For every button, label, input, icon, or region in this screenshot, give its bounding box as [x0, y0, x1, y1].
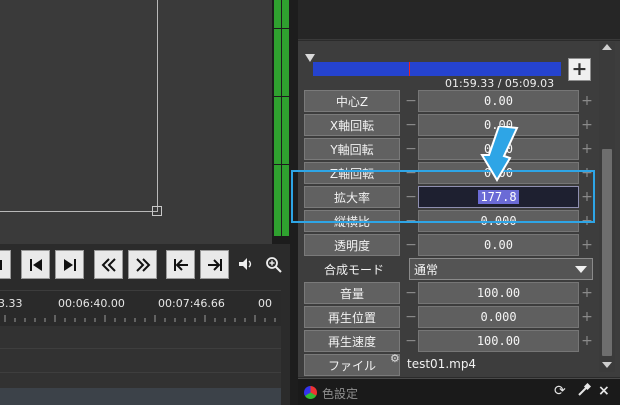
audio-meter-right	[282, 0, 289, 236]
dropdown-caret-icon	[575, 266, 587, 273]
blend-mode-value: 通常	[414, 262, 439, 277]
file-label[interactable]: ファイル	[304, 354, 400, 376]
property-label[interactable]: 音量	[304, 282, 400, 304]
decrement-button[interactable]: −	[405, 138, 417, 160]
increment-button[interactable]: +	[581, 330, 593, 352]
property-row: 音量 − 100.00 +	[304, 282, 593, 304]
vertical-scrollbar[interactable]	[599, 42, 615, 372]
decrement-button[interactable]: −	[405, 234, 417, 256]
meter-tick	[272, 28, 290, 29]
stop-icon	[0, 259, 2, 270]
property-row: 中心Z − 0.00 +	[304, 90, 593, 112]
decrement-button[interactable]: −	[405, 282, 417, 304]
rewind-button[interactable]	[94, 250, 123, 279]
pointer-arrow-icon	[480, 126, 519, 182]
video-preview[interactable]	[0, 0, 272, 244]
decrement-button[interactable]: −	[405, 114, 417, 136]
increment-button[interactable]: +	[581, 234, 593, 256]
ruler-label: 00:07:46.66	[158, 297, 225, 310]
property-label[interactable]: 再生位置	[304, 306, 400, 328]
property-row: 透明度 − 0.00 +	[304, 234, 593, 256]
add-button[interactable]: +	[568, 58, 591, 81]
property-label[interactable]: 透明度	[304, 234, 400, 256]
scroll-up-icon[interactable]	[602, 44, 612, 50]
blend-mode-select[interactable]: 通常	[409, 258, 593, 280]
decrement-button[interactable]: −	[405, 306, 417, 328]
speaker-icon[interactable]	[237, 256, 255, 276]
next-frame-button[interactable]	[55, 250, 84, 279]
increment-button[interactable]: +	[581, 138, 593, 160]
property-value[interactable]: 100.00	[418, 282, 579, 304]
highlight-box	[291, 170, 595, 223]
refresh-icon[interactable]: ⟳	[554, 383, 566, 399]
go-end-icon	[207, 258, 222, 271]
audio-meter-left	[274, 0, 281, 236]
seek-head-icon[interactable]	[305, 54, 315, 62]
resize-handle[interactable]	[152, 206, 162, 216]
blend-mode-label: 合成モード	[323, 262, 384, 277]
increment-button[interactable]: +	[581, 90, 593, 112]
property-label[interactable]: 中心Z	[304, 90, 400, 112]
playhead-marker	[408, 62, 410, 76]
prev-frame-icon	[29, 258, 42, 271]
decrement-button[interactable]: −	[405, 330, 417, 352]
increment-button[interactable]: +	[581, 282, 593, 304]
color-wheel-icon	[304, 386, 317, 399]
ruler-label: 3.33	[0, 297, 23, 310]
property-row: 再生速度 − 100.00 +	[304, 330, 593, 352]
file-name: test01.mp4	[407, 357, 477, 371]
ruler-label: 00	[258, 297, 272, 310]
prev-frame-button[interactable]	[21, 250, 50, 279]
fast-forward-button[interactable]	[128, 250, 157, 279]
app-window: 3.33 00:06:40.00 00:07:46.66 00 01:59.33…	[0, 0, 620, 405]
property-label[interactable]: X軸回転	[304, 114, 400, 136]
decrement-button[interactable]: −	[405, 90, 417, 112]
property-value[interactable]: 0.00	[418, 90, 579, 112]
scroll-down-icon[interactable]	[602, 362, 612, 368]
color-settings-label[interactable]: 色設定	[322, 385, 358, 402]
property-row: 再生位置 − 0.000 +	[304, 306, 593, 328]
increment-button[interactable]: +	[581, 114, 593, 136]
property-value[interactable]: 0.00	[418, 234, 579, 256]
property-value[interactable]: 0.000	[418, 306, 579, 328]
blend-mode-row: 合成モード 通常	[304, 258, 593, 280]
track-divider	[0, 348, 281, 349]
rewind-icon	[101, 257, 116, 272]
increment-button[interactable]: +	[581, 306, 593, 328]
stop-button[interactable]	[0, 250, 11, 279]
property-label[interactable]: 再生速度	[304, 330, 400, 352]
timeline-clip-strip[interactable]	[0, 388, 281, 405]
file-row: ファイル ⚙ test01.mp4	[304, 352, 592, 376]
gear-icon[interactable]: ⚙	[390, 352, 400, 365]
ruler-label: 00:06:40.00	[58, 297, 125, 310]
eyedropper-icon[interactable]	[577, 382, 592, 401]
go-end-button[interactable]	[200, 250, 229, 279]
scrollbar-thumb[interactable]	[602, 149, 612, 356]
go-start-icon	[173, 258, 188, 271]
panel-header	[298, 0, 620, 40]
meter-tick	[272, 96, 290, 97]
property-label[interactable]: Y軸回転	[304, 138, 400, 160]
property-row: Y軸回転 − 0.00 +	[304, 138, 593, 160]
time-readout: 01:59.33 / 05:09.03	[445, 77, 555, 90]
zoom-in-icon[interactable]	[265, 256, 283, 278]
ruler-ticks	[4, 315, 276, 322]
color-settings-bar: 色設定 ⟳ ×	[298, 378, 620, 405]
fast-forward-icon	[135, 257, 150, 272]
seek-bar[interactable]	[313, 62, 561, 76]
property-value[interactable]: 100.00	[418, 330, 579, 352]
next-frame-icon	[63, 258, 76, 271]
track-divider	[0, 372, 281, 373]
meter-tick	[272, 164, 290, 165]
timeline-ruler[interactable]: 3.33 00:06:40.00 00:07:46.66 00	[0, 290, 281, 326]
preview-bounding-box	[0, 0, 158, 212]
go-start-button[interactable]	[166, 250, 195, 279]
close-icon[interactable]: ×	[598, 383, 610, 399]
transport-bar	[0, 244, 290, 286]
property-row: X軸回転 − 0.00 +	[304, 114, 593, 136]
